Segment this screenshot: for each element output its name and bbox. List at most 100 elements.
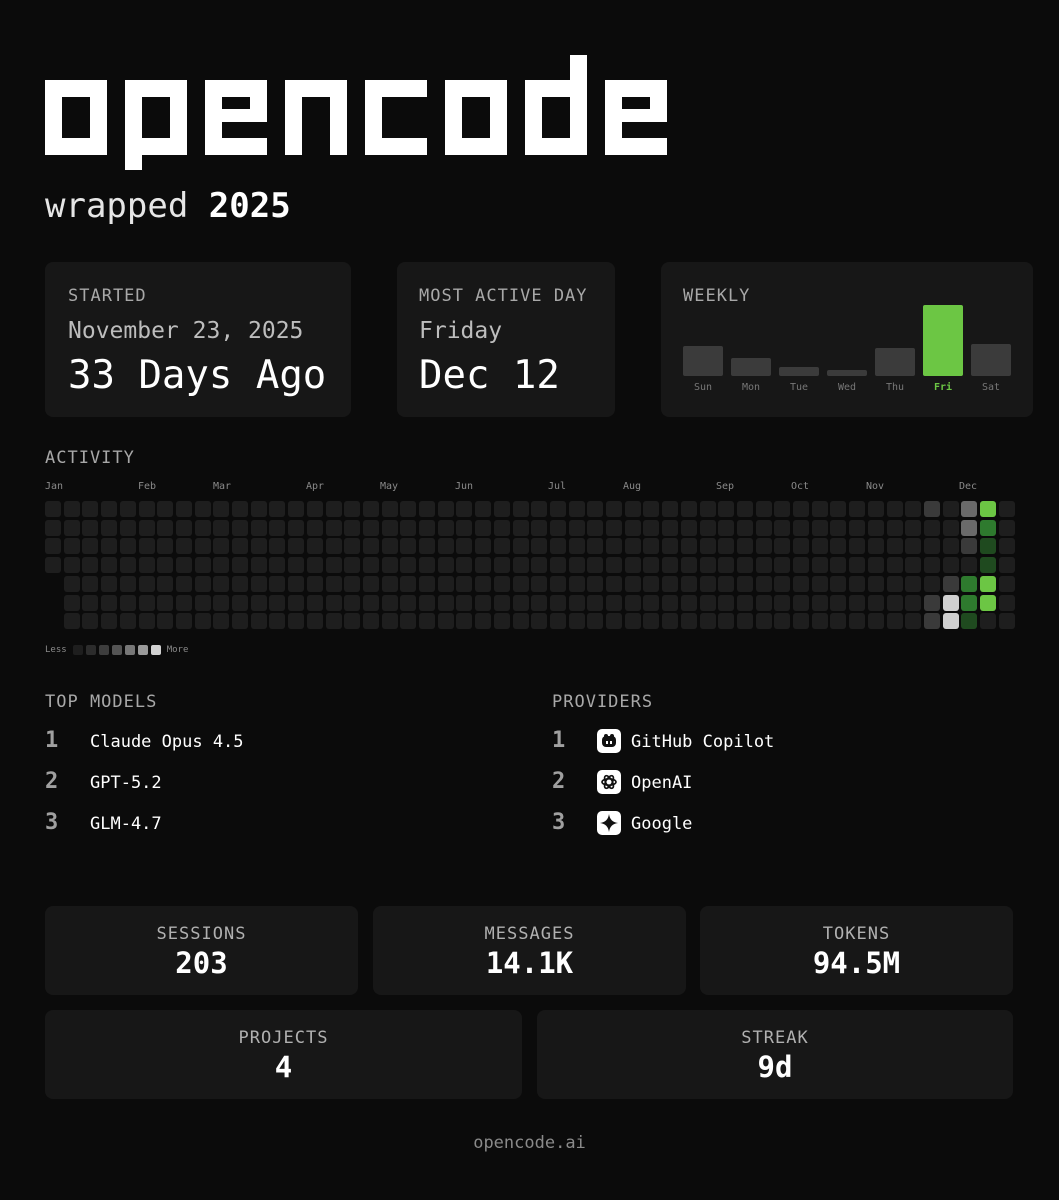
- weekly-bar-sat: [971, 344, 1011, 376]
- heatmap-cell: [232, 538, 248, 554]
- heatmap-cell: [606, 576, 622, 592]
- heatmap-cell: [400, 501, 416, 517]
- heatmap-cell: [344, 501, 360, 517]
- tokens-label: TOKENS: [822, 924, 891, 944]
- heatmap-cell: [475, 613, 491, 629]
- heatmap-cell: [269, 576, 285, 592]
- wrapped-label: wrapped: [45, 186, 189, 226]
- weekly-bar-tue: [779, 367, 819, 376]
- heatmap-cell: [550, 595, 566, 611]
- heatmap-cell: [232, 557, 248, 573]
- heatmap-cell: [269, 595, 285, 611]
- heatmap-cell: [737, 595, 753, 611]
- heatmap-cell: [344, 576, 360, 592]
- heatmap-cell: [980, 595, 996, 611]
- heatmap-cell: [456, 520, 472, 536]
- heatmap-cell: [999, 520, 1015, 536]
- heatmap-cell: [943, 501, 959, 517]
- heatmap-cell: [531, 576, 547, 592]
- heatmap-cell: [550, 538, 566, 554]
- heatmap-cell: [587, 520, 603, 536]
- heatmap-cell: [213, 576, 229, 592]
- heatmap-cell: [288, 520, 304, 536]
- heatmap-cell: [905, 576, 921, 592]
- list-item: 2 OpenAI: [552, 769, 1012, 797]
- legend-swatch: [124, 645, 135, 655]
- heatmap-cell: [587, 595, 603, 611]
- heatmap-cell: [101, 501, 117, 517]
- heatmap-cell: [756, 613, 772, 629]
- heatmap-cell: [961, 613, 977, 629]
- month-label: Mar: [213, 481, 232, 492]
- heatmap-cell: [382, 501, 398, 517]
- heatmap-cell: [700, 576, 716, 592]
- list-item: 2 GPT-5.2: [45, 769, 465, 797]
- heatmap-cell: [662, 501, 678, 517]
- model-name: GPT-5.2: [90, 773, 162, 793]
- heatmap-cell: [400, 576, 416, 592]
- month-label: Jul: [548, 481, 567, 492]
- heatmap-cell: [868, 538, 884, 554]
- heatmap-cell: [625, 576, 641, 592]
- heatmap-cell: [943, 557, 959, 573]
- heatmap-cell: [419, 576, 435, 592]
- heatmap-cell: [681, 576, 697, 592]
- streak-value: 9d: [757, 1050, 793, 1084]
- heatmap-cell: [774, 538, 790, 554]
- weekly-day-label: Sun: [693, 382, 713, 393]
- heatmap-cell: [288, 576, 304, 592]
- heatmap-cell: [999, 576, 1015, 592]
- heatmap-cell: [961, 538, 977, 554]
- tokens-stat: TOKENS 94.5M: [700, 906, 1013, 995]
- month-label: Aug: [623, 481, 642, 492]
- heatmap-cell: [569, 595, 585, 611]
- heatmap-cell: [812, 501, 828, 517]
- heatmap-cell: [681, 538, 697, 554]
- heatmap-cell: [905, 520, 921, 536]
- heatmap-cell: [643, 520, 659, 536]
- heatmap-cell: [643, 595, 659, 611]
- heatmap-cell: [382, 520, 398, 536]
- sessions-stat: SESSIONS 203: [45, 906, 358, 995]
- heatmap-cell: [195, 557, 211, 573]
- heatmap-cell: [643, 613, 659, 629]
- heatmap-cell: [718, 557, 734, 573]
- heatmap-cell: [662, 557, 678, 573]
- providers-label: PROVIDERS: [552, 692, 654, 712]
- heatmap-cell: [475, 501, 491, 517]
- heatmap-cell: [756, 576, 772, 592]
- heatmap-cell: [64, 576, 80, 592]
- heatmap-cell: [812, 538, 828, 554]
- heatmap-cell: [307, 576, 323, 592]
- heatmap-cell: [943, 520, 959, 536]
- heatmap-cell: [569, 538, 585, 554]
- heatmap-cell: [513, 595, 529, 611]
- heatmap-cell: [924, 538, 940, 554]
- month-label: Jan: [45, 481, 64, 492]
- heatmap-cell: [269, 538, 285, 554]
- heatmap-cell: [681, 613, 697, 629]
- heatmap-cell: [344, 520, 360, 536]
- started-card: STARTED November 23, 2025 33 Days Ago: [45, 262, 351, 417]
- heatmap-cell: [176, 576, 192, 592]
- heatmap-cell: [344, 557, 360, 573]
- model-rank: 2: [45, 769, 59, 794]
- heatmap-cell: [326, 557, 342, 573]
- heatmap-cell: [756, 501, 772, 517]
- weekly-bar-fri: [923, 305, 963, 376]
- heatmap-cell: [587, 538, 603, 554]
- weekly-bar-thu: [875, 348, 915, 376]
- footer-link[interactable]: opencode.ai: [0, 1133, 1059, 1153]
- heatmap-cell: [157, 557, 173, 573]
- heatmap-cell: [849, 595, 865, 611]
- month-label: Jun: [455, 481, 474, 492]
- heatmap-cell: [213, 520, 229, 536]
- heatmap-cell: [101, 557, 117, 573]
- heatmap-cell: [681, 557, 697, 573]
- heatmap-cell: [456, 538, 472, 554]
- heatmap-cell: [326, 595, 342, 611]
- heatmap-cell: [64, 613, 80, 629]
- heatmap-cell: [419, 538, 435, 554]
- heatmap-cell: [924, 576, 940, 592]
- heatmap-cell: [980, 538, 996, 554]
